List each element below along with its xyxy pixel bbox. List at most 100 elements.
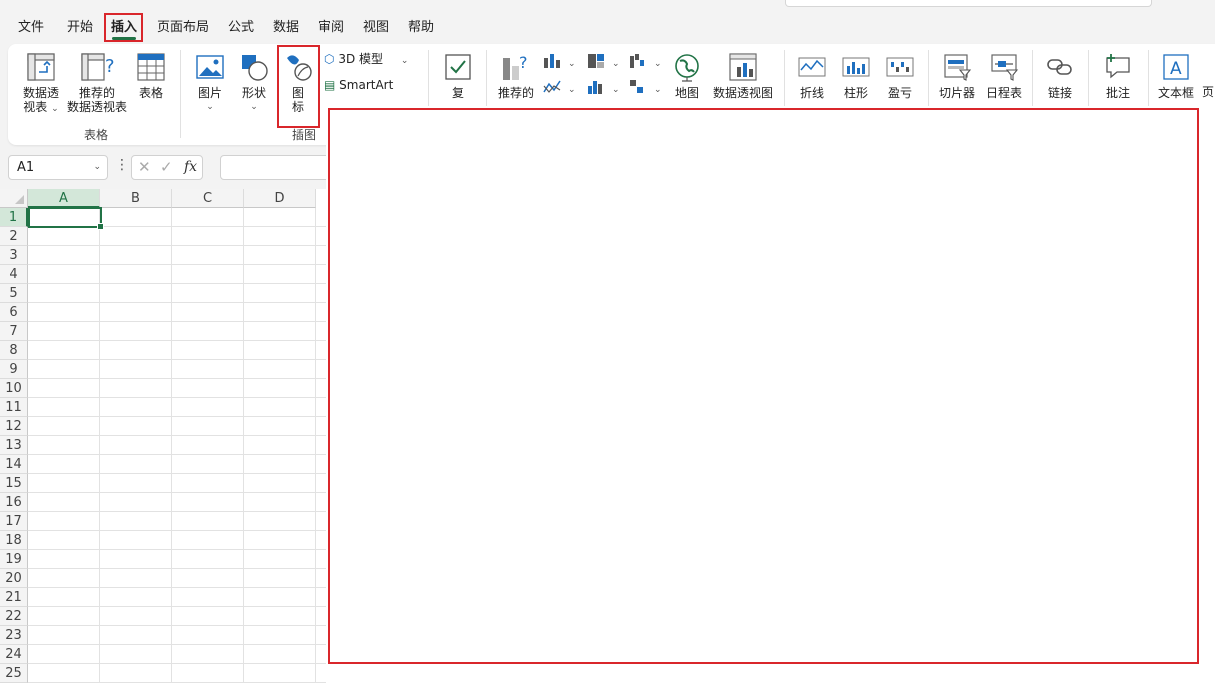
link-icon [1047,59,1072,75]
column-header[interactable]: B [100,189,172,208]
select-all-corner[interactable] [0,189,28,208]
comment-button[interactable]: 批注 [1098,52,1138,100]
smartart-icon: ▤ [324,78,336,92]
row-header[interactable]: 25 [0,664,28,683]
row-header[interactable]: 15 [0,474,28,493]
table-button[interactable]: 表格 [134,52,168,100]
row-header[interactable]: 16 [0,493,28,512]
column-header[interactable]: A [28,189,100,208]
svg-text:⌄: ⌄ [568,59,576,69]
picture-icon [196,55,224,79]
row-header[interactable]: 18 [0,531,28,550]
recommended-charts-icon: ? [503,53,528,80]
3d-models-button[interactable]: ⬡ 3D 模型 ⌄ [324,48,408,72]
column-header[interactable]: D [244,189,316,208]
pictures-button[interactable]: 图片 ⌄ [192,52,228,114]
row-header[interactable]: 7 [0,322,28,341]
group-divider [180,50,181,138]
row-header[interactable]: 2 [0,227,28,246]
recommended-pivot-button[interactable]: ? 推荐的 数据透视表 [64,52,130,114]
row-header[interactable]: 17 [0,512,28,531]
tab-formulas[interactable]: 公式 [224,14,258,42]
row-header[interactable]: 4 [0,265,28,284]
line-chart-icon[interactable]: ⌄ [542,78,580,96]
icons-button-highlight [277,45,320,128]
more-options-icon[interactable]: ⋮ [115,157,129,173]
sparkline-line-button[interactable]: 折线 [794,52,830,100]
row-header[interactable]: 14 [0,455,28,474]
row-header[interactable]: 24 [0,645,28,664]
sparkline-line-icon [798,57,826,77]
tab-file[interactable]: 文件 [14,14,48,42]
search-box[interactable] [785,0,1152,7]
sparkline-column-button[interactable]: 柱形 [838,52,874,100]
textbox-button[interactable]: A 文本框 [1156,52,1196,100]
name-box[interactable]: A1 ⌄ [8,155,108,180]
slicer-button[interactable]: 切片器 [936,52,978,100]
svg-text:A: A [1170,59,1182,79]
pivot-table-icon [27,53,55,81]
row-header[interactable]: 5 [0,284,28,303]
chevron-down-icon: ⌄ [206,102,214,112]
hierarchy-chart-icon[interactable]: ⌄ [586,52,624,70]
link-button[interactable]: 链接 [1042,52,1078,100]
grid-cells[interactable] [28,208,326,683]
recommended-charts-button[interactable]: ? 推荐的 [496,52,536,100]
insert-function-icon[interactable]: fx [184,159,197,175]
textbox-icon: A [1163,54,1189,80]
svg-text:⌄: ⌄ [612,59,620,69]
tab-review[interactable]: 审阅 [314,14,348,42]
row-header[interactable]: 12 [0,417,28,436]
tab-data[interactable]: 数据 [269,14,303,42]
row-header[interactable]: 8 [0,341,28,360]
waterfall-chart-icon[interactable]: ⌄ [628,52,666,70]
tables-group-label: 表格 [83,128,108,142]
column-header[interactable]: C [172,189,244,208]
formula-input[interactable] [220,155,340,180]
shapes-button[interactable]: 形状 ⌄ [236,52,272,114]
chevron-down-icon: ⌄ [400,56,409,66]
tab-help[interactable]: 帮助 [404,14,438,42]
comment-icon [1106,54,1130,79]
row-header[interactable]: 22 [0,607,28,626]
svg-text:?: ? [519,53,528,72]
sparkline-column-icon [842,57,870,77]
row-header[interactable]: 13 [0,436,28,455]
tab-home[interactable]: 开始 [63,14,97,42]
row-header[interactable]: 20 [0,569,28,588]
row-header[interactable]: 19 [0,550,28,569]
map-button[interactable]: 地图 [670,52,704,100]
svg-text:⌄: ⌄ [568,85,576,95]
checkbox-button[interactable]: 复 [438,52,478,100]
pivot-table-button[interactable]: 数据透 视表 ⌄ [14,52,68,116]
pivot-chart-button[interactable]: 数据透视图 [710,52,776,100]
row-header[interactable]: 3 [0,246,28,265]
cancel-icon[interactable]: ✕ [138,158,151,176]
confirm-icon[interactable]: ✓ [160,158,173,176]
insert-tab-highlight [104,13,143,42]
row-header[interactable]: 10 [0,379,28,398]
svg-text:?: ? [105,56,114,77]
smartart-button[interactable]: ▤ SmartArt [324,74,393,96]
pivot-chart-icon [729,53,757,81]
checkbox-icon [445,54,471,80]
worksheet-grid[interactable]: ABCD 1 2 3 4 5 6 7 8 9 10 11 12 13 14 15 16 17 18 19 20 21 22… [0,189,326,683]
globe-icon [675,54,699,82]
statistic-chart-icon[interactable]: ⌄ [586,78,624,96]
dialog-highlight-frame [328,108,1199,664]
row-header[interactable]: 9 [0,360,28,379]
tab-page-layout[interactable]: 页面布局 [153,14,213,42]
chevron-down-icon: ⌄ [250,102,258,112]
column-chart-icon[interactable]: ⌄ [542,52,580,70]
row-header[interactable]: 1 [0,208,28,227]
row-header[interactable]: 11 [0,398,28,417]
row-header[interactable]: 21 [0,588,28,607]
row-header[interactable]: 6 [0,303,28,322]
scatter-chart-icon[interactable]: ⌄ [628,78,666,96]
timeline-button[interactable]: 日程表 [982,52,1026,100]
tab-view[interactable]: 视图 [359,14,393,42]
row-header[interactable]: 23 [0,626,28,645]
sparkline-winloss-button[interactable]: 盈亏 [882,52,918,100]
more-text-button[interactable]: 页 [1198,85,1215,99]
active-cell[interactable] [28,207,104,230]
